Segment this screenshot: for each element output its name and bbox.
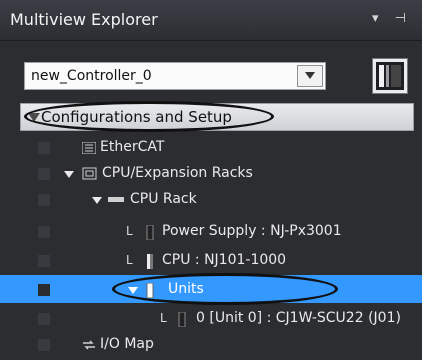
- panel-title: Multiview Explorer: [10, 10, 158, 29]
- tree-item-label: EtherCAT: [100, 139, 165, 155]
- tree-item-label: CPU/Expansion Racks: [102, 165, 253, 181]
- tree-item-cpu-rack[interactable]: CPU Rack: [0, 185, 422, 215]
- controller-dropdown-button[interactable]: [297, 65, 323, 87]
- ethercat-icon: [82, 142, 96, 154]
- panel-window-controls[interactable]: ▾ ⊣: [372, 11, 412, 26]
- tree-item-power-supply[interactable]: L Power Supply : NJ-Px3001: [0, 217, 422, 247]
- checkbox-placeholder: [38, 168, 50, 180]
- checkbox-placeholder: [38, 194, 50, 206]
- tree-item-label: 0 [Unit 0] : CJ1W-SCU22 (J01): [196, 310, 401, 326]
- checkbox-placeholder: [38, 313, 50, 325]
- checkbox-placeholder: [38, 226, 50, 238]
- tree-item-label: CPU Rack: [130, 191, 197, 207]
- power-supply-icon: [146, 225, 154, 240]
- io-map-icon: [83, 340, 95, 350]
- checkbox-placeholder: [38, 284, 50, 296]
- tree-connector: L: [126, 224, 133, 238]
- controller-select-value: new_Controller_0: [31, 68, 152, 84]
- checkbox-placeholder: [38, 255, 50, 267]
- tree-item-label: CPU : NJ101-1000: [162, 252, 287, 268]
- checkbox-placeholder: [38, 339, 50, 351]
- panel-title-bar: Multiview Explorer ▾ ⊣: [0, 0, 422, 41]
- expand-triangle-icon[interactable]: [92, 197, 102, 204]
- callout-ellipse-units: [112, 273, 338, 305]
- rack-icon: [82, 167, 97, 180]
- tree-item-label: I/O Map: [100, 336, 154, 352]
- callout-ellipse-configurations: [24, 101, 274, 132]
- checkbox-placeholder: [38, 142, 50, 154]
- expand-triangle-icon[interactable]: [64, 171, 74, 178]
- tree-item-label: Power Supply : NJ-Px3001: [162, 223, 342, 239]
- controller-device-icon[interactable]: [372, 58, 408, 94]
- tree-connector: L: [160, 311, 167, 325]
- cpu-unit-icon: [147, 254, 153, 269]
- io-unit-icon: [178, 312, 186, 327]
- chevron-down-icon: [305, 72, 315, 79]
- plc-device-icon: [376, 62, 404, 90]
- tree-connector: L: [126, 253, 133, 267]
- controller-select[interactable]: new_Controller_0: [24, 62, 326, 90]
- tree-item-cpu[interactable]: L CPU : NJ101-1000: [0, 246, 422, 276]
- cpu-rack-icon: [108, 197, 124, 202]
